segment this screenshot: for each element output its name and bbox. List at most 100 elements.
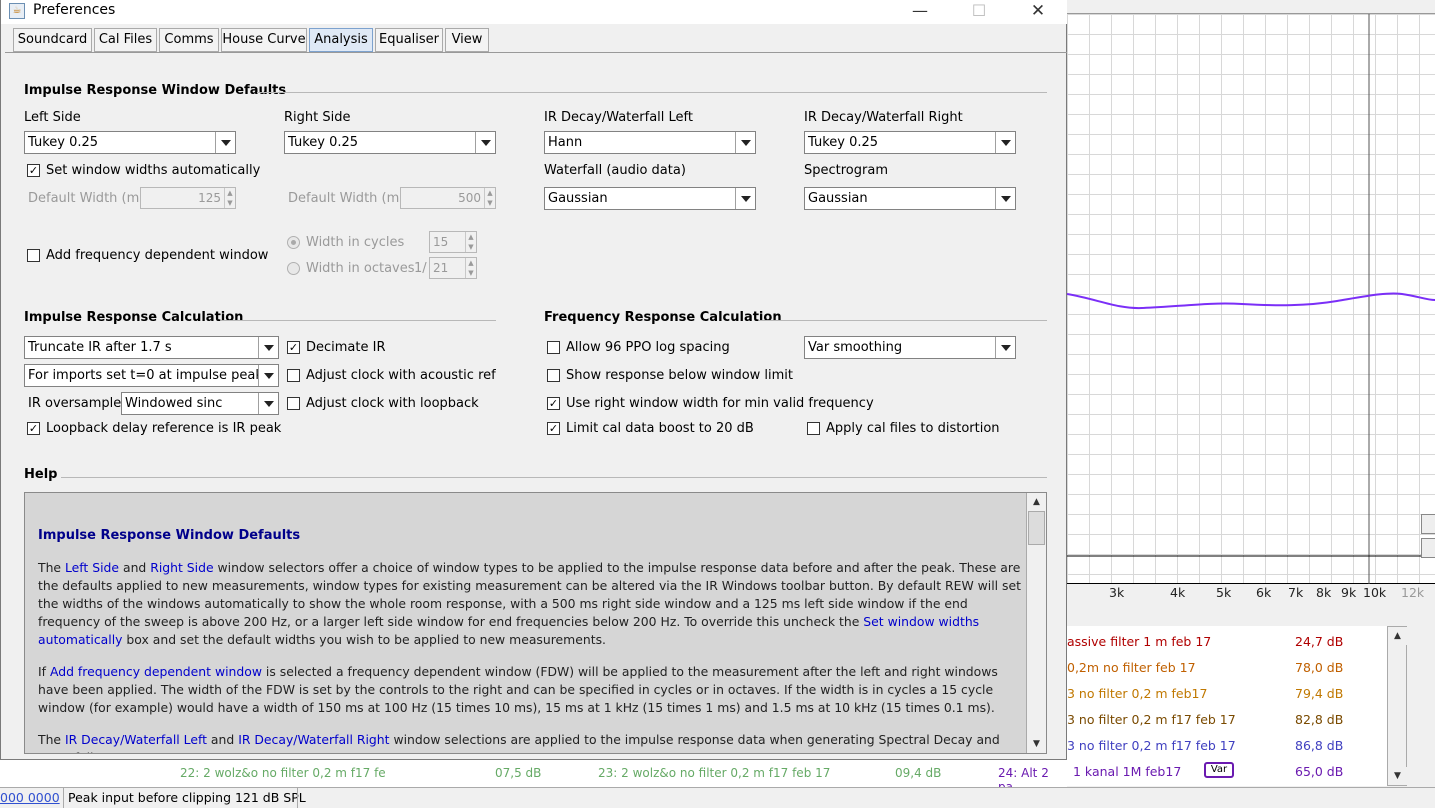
below-limit-checkbox[interactable] bbox=[547, 369, 560, 382]
measurement-list[interactable]: assive filter 1 m feb 17 24,7 dB 0,2m no f… bbox=[1067, 626, 1387, 786]
width-octaves-radio[interactable] bbox=[287, 262, 300, 275]
auto-widths-checkbox[interactable] bbox=[27, 164, 40, 177]
side-button[interactable] bbox=[1421, 514, 1435, 534]
tab-cal-files[interactable]: Cal Files bbox=[94, 28, 157, 52]
help-link-freq-dep[interactable]: Add frequency dependent window bbox=[50, 664, 262, 679]
help-link-decay-left[interactable]: IR Decay/Waterfall Left bbox=[65, 732, 207, 747]
loopback-delay-label: Loopback delay reference is IR peak bbox=[46, 421, 282, 436]
right-default-width-label: Default Width (ms) bbox=[288, 191, 412, 206]
irwd-header: Impulse Response Window Defaults bbox=[24, 83, 287, 98]
chevron-down-icon bbox=[258, 393, 278, 414]
right-side-select[interactable]: Tukey 0.25 bbox=[284, 131, 496, 154]
octaves-prefix: 1/ bbox=[414, 261, 427, 276]
freq-tick-label: 5k bbox=[1216, 585, 1232, 600]
spectrogram-label: Spectrogram bbox=[804, 163, 888, 178]
tab-comms[interactable]: Comms bbox=[159, 28, 219, 52]
side-button[interactable] bbox=[1421, 538, 1435, 558]
chevron-down-icon bbox=[995, 337, 1015, 358]
measurement-value: 79,4 dB bbox=[1295, 686, 1344, 701]
adjust-acoustic-checkbox[interactable] bbox=[287, 369, 300, 382]
right-width-checkbox[interactable] bbox=[547, 397, 560, 410]
minimize-button[interactable]: — bbox=[897, 0, 943, 24]
help-scrollbar[interactable]: ▲ ▼ bbox=[1026, 493, 1046, 753]
measurement-row[interactable]: 3 no filter 0,2 m f17 feb 17 82,8 dB bbox=[1067, 704, 1367, 730]
spectrogram-select[interactable]: Gaussian bbox=[804, 187, 1016, 210]
freq-tick-label: 7k bbox=[1288, 585, 1304, 600]
ppo-checkbox[interactable] bbox=[547, 341, 560, 354]
waterfall-label: Waterfall (audio data) bbox=[544, 163, 686, 178]
chevron-down-icon bbox=[215, 132, 235, 153]
width-octaves-spinner[interactable]: 21 ▲ ▼ bbox=[429, 257, 477, 279]
decay-left-select[interactable]: Hann bbox=[544, 131, 756, 154]
right-side-label: Right Side bbox=[284, 110, 351, 125]
scroll-up-icon[interactable]: ▲ bbox=[1027, 493, 1046, 511]
freq-tick-label: 10k bbox=[1363, 585, 1387, 600]
adjust-loopback-label: Adjust clock with loopback bbox=[306, 396, 479, 411]
close-button[interactable]: ✕ bbox=[1015, 0, 1061, 24]
tab-house-curve[interactable]: House Curve bbox=[221, 28, 307, 52]
chevron-down-icon bbox=[258, 365, 278, 386]
help-panel[interactable]: Impulse Response Window Defaults The Lef… bbox=[24, 492, 1047, 754]
freq-tick-label: 3k bbox=[1109, 585, 1125, 600]
help-paragraph-2: If Add frequency dependent window is sel… bbox=[38, 664, 998, 715]
chevron-down-icon bbox=[475, 132, 495, 153]
waterfall-select[interactable]: Gaussian bbox=[544, 187, 756, 210]
truncate-select[interactable]: Truncate IR after 1.7 s bbox=[24, 336, 279, 359]
measurement-scrollbar[interactable]: ▲ ▼ bbox=[1387, 626, 1407, 786]
scroll-thumb[interactable] bbox=[1028, 511, 1045, 545]
freq-dep-window-checkbox[interactable] bbox=[27, 249, 40, 262]
status-bar: 000 0000 Peak input before clipping 121 … bbox=[0, 787, 1435, 808]
left-side-select[interactable]: Tukey 0.25 bbox=[24, 131, 236, 154]
apply-cal-checkbox[interactable] bbox=[807, 422, 820, 435]
decay-left-label: IR Decay/Waterfall Left bbox=[544, 110, 693, 125]
title-bar[interactable]: ☕ Preferences — ☐ ✕ bbox=[1, 0, 1067, 24]
measurement-row[interactable]: 0,2m no filter feb 17 78,0 dB bbox=[1067, 652, 1367, 678]
decimate-checkbox[interactable] bbox=[287, 341, 300, 354]
decay-right-select[interactable]: Tukey 0.25 bbox=[804, 131, 1016, 154]
loopback-delay-checkbox[interactable] bbox=[27, 422, 40, 435]
limit-cal-checkbox[interactable] bbox=[547, 422, 560, 435]
side-panel bbox=[1407, 514, 1435, 786]
below-limit-label: Show response below window limit bbox=[566, 368, 794, 383]
auto-widths-label: Set window widths automatically bbox=[46, 163, 261, 178]
measurement-row[interactable]: 3 no filter 0,2 m f17 feb 17 86,8 dB bbox=[1067, 730, 1367, 756]
measurement-value: 24,7 dB bbox=[1295, 634, 1344, 649]
scroll-up-icon[interactable]: ▲ bbox=[1388, 627, 1407, 645]
oversampler-select[interactable]: Windowed sinc bbox=[121, 392, 279, 415]
right-default-width-spinner[interactable]: 500 ▲ ▼ bbox=[400, 187, 496, 209]
var-smoothing-badge[interactable]: Var bbox=[1204, 762, 1234, 778]
freq-tick-label: 12k bbox=[1401, 585, 1425, 600]
measurement-name: 1 kanal 1M feb17 bbox=[1073, 764, 1182, 779]
tab-soundcard[interactable]: Soundcard bbox=[13, 28, 92, 52]
tab-equaliser[interactable]: Equaliser bbox=[375, 28, 443, 52]
scroll-down-icon[interactable]: ▼ bbox=[1027, 735, 1046, 753]
measurement-name: assive filter 1 m feb 17 bbox=[1067, 634, 1212, 649]
help-link-decay-right[interactable]: IR Decay/Waterfall Right bbox=[238, 732, 389, 747]
status-left-value: 000 0000 bbox=[0, 790, 60, 805]
freq-tick-label: 4k bbox=[1170, 585, 1186, 600]
imports-select[interactable]: For imports set t=0 at impulse peak bbox=[24, 364, 279, 387]
help-link-left-side[interactable]: Left Side bbox=[65, 560, 119, 575]
left-default-width-label: Default Width (ms) bbox=[28, 191, 152, 206]
left-default-width-spinner[interactable]: 125 ▲ ▼ bbox=[140, 187, 236, 209]
adjust-loopback-checkbox[interactable] bbox=[287, 397, 300, 410]
frequency-axis: 3k 4k 5k 6k 7k 8k 9k 10k 12k bbox=[1067, 584, 1435, 626]
measurement-value: 78,0 dB bbox=[1295, 660, 1344, 675]
help-link-right-side[interactable]: Right Side bbox=[150, 560, 213, 575]
freq-tick-label: 8k bbox=[1316, 585, 1332, 600]
width-cycles-spinner[interactable]: 15 ▲ ▼ bbox=[429, 231, 477, 253]
help-header: Help bbox=[24, 467, 58, 482]
smoothing-select[interactable]: Var smoothing bbox=[804, 336, 1016, 359]
frequency-graph[interactable] bbox=[1067, 14, 1435, 584]
maximize-button[interactable]: ☐ bbox=[956, 0, 1002, 24]
width-cycles-radio[interactable] bbox=[287, 236, 300, 249]
decimate-label: Decimate IR bbox=[306, 340, 386, 355]
measurement-row[interactable]: assive filter 1 m feb 17 24,7 dB bbox=[1067, 626, 1367, 652]
tab-view[interactable]: View bbox=[445, 28, 489, 52]
scroll-down-icon[interactable]: ▼ bbox=[1388, 767, 1407, 785]
oversampler-label: IR oversampler: bbox=[28, 396, 131, 411]
measurement-row[interactable]: 1 kanal 1M feb17 65,0 dB Var bbox=[1067, 756, 1367, 782]
measurement-row[interactable]: 3 no filter 0,2 m feb17 79,4 dB bbox=[1067, 678, 1367, 704]
tab-analysis[interactable]: Analysis bbox=[309, 28, 373, 52]
width-octaves-label: Width in octaves bbox=[306, 261, 415, 276]
